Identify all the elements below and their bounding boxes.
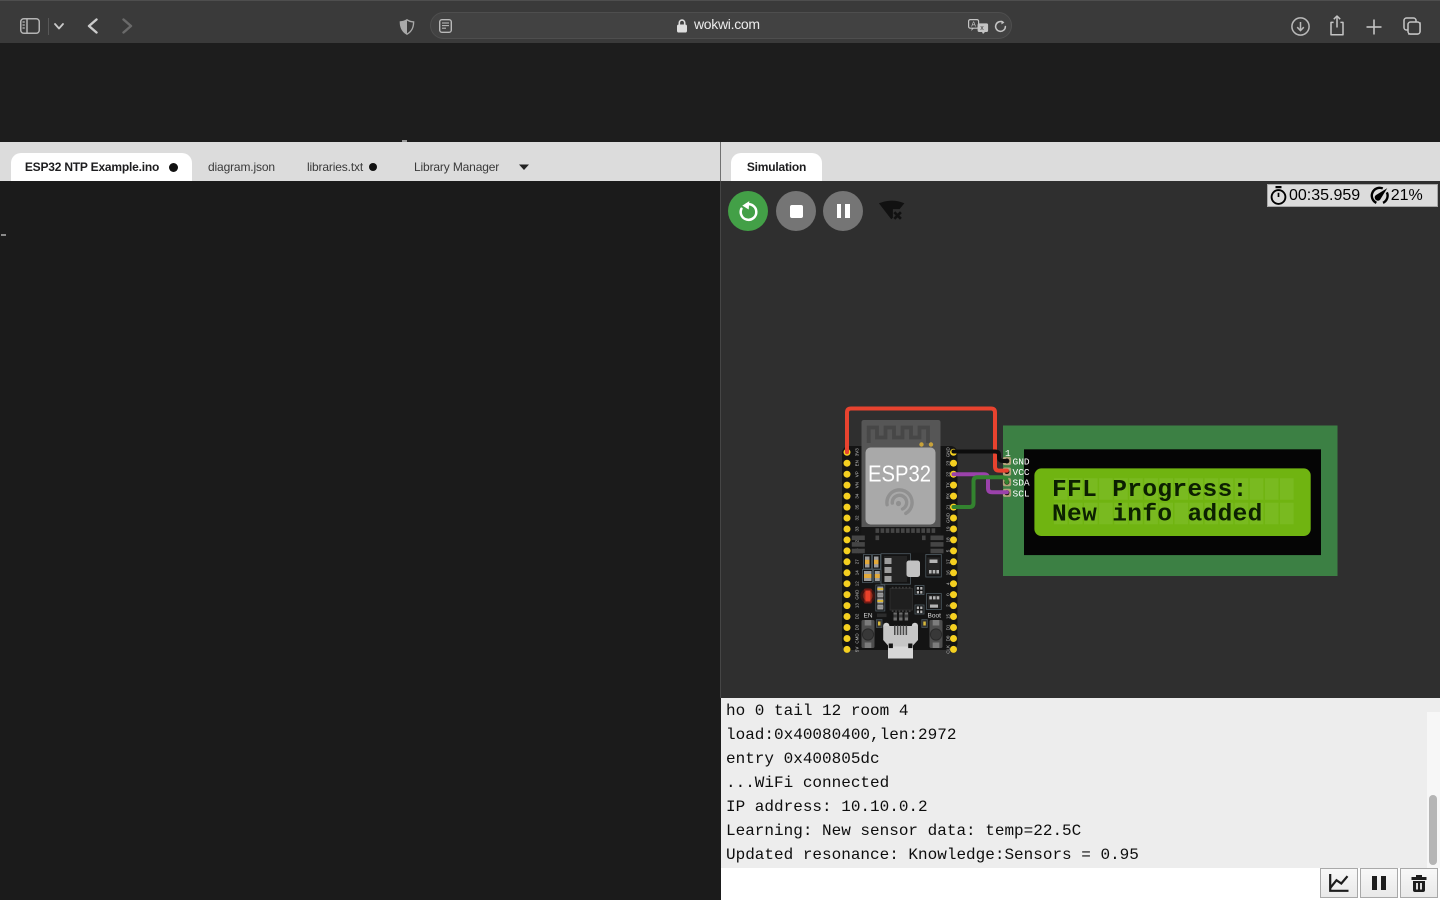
svg-text:SDA: SDA [1013, 478, 1030, 489]
svg-text:RX: RX [946, 493, 951, 499]
svg-text:22: 22 [946, 471, 951, 477]
svg-text:18: 18 [946, 537, 951, 543]
svg-text:33: 33 [855, 526, 860, 532]
svg-text:CMD: CMD [855, 633, 860, 644]
svg-text:27: 27 [855, 559, 860, 565]
svg-text:D0: D0 [946, 635, 951, 641]
svg-text:16: 16 [946, 570, 951, 576]
svg-text:A: A [971, 21, 976, 28]
svg-text:CLK: CLK [946, 645, 951, 654]
svg-text:GND: GND [855, 589, 860, 600]
svg-text:VN: VN [855, 482, 860, 488]
svg-text:VCC: VCC [1013, 467, 1030, 478]
svg-text:EN: EN [864, 613, 873, 620]
svg-text:14: 14 [855, 570, 860, 576]
svg-text:TX: TX [946, 482, 951, 488]
svg-text:FFL Progress:: FFL Progress: [1052, 477, 1248, 504]
svg-text:21: 21 [946, 504, 951, 510]
svg-text:VP: VP [855, 471, 860, 477]
svg-text:D1: D1 [946, 624, 951, 630]
svg-text:SCL: SCL [1013, 488, 1030, 499]
svg-text:GND: GND [946, 512, 951, 523]
svg-text:1: 1 [1005, 448, 1011, 459]
svg-text:GND: GND [1013, 457, 1030, 468]
svg-text:Boot: Boot [928, 613, 942, 620]
svg-text:ESP32: ESP32 [868, 461, 931, 487]
svg-text:32: 32 [855, 515, 860, 521]
svg-text:15: 15 [946, 614, 951, 620]
svg-text:3V3: 3V3 [855, 448, 860, 457]
svg-text:23: 23 [946, 460, 951, 466]
svg-text:34: 34 [855, 493, 860, 499]
svg-text:12: 12 [855, 581, 860, 587]
svg-text:New info added: New info added [1052, 501, 1263, 528]
svg-text:19: 19 [946, 526, 951, 532]
svg-text:D3: D3 [855, 624, 860, 630]
svg-text:EN: EN [855, 460, 860, 466]
svg-text:17: 17 [946, 559, 951, 565]
svg-text:35: 35 [855, 504, 860, 510]
svg-text:5V: 5V [855, 647, 860, 653]
svg-text:x: x [980, 25, 984, 32]
svg-text:GND: GND [946, 447, 951, 458]
svg-text:13: 13 [855, 603, 860, 609]
svg-text:D2: D2 [855, 613, 860, 619]
